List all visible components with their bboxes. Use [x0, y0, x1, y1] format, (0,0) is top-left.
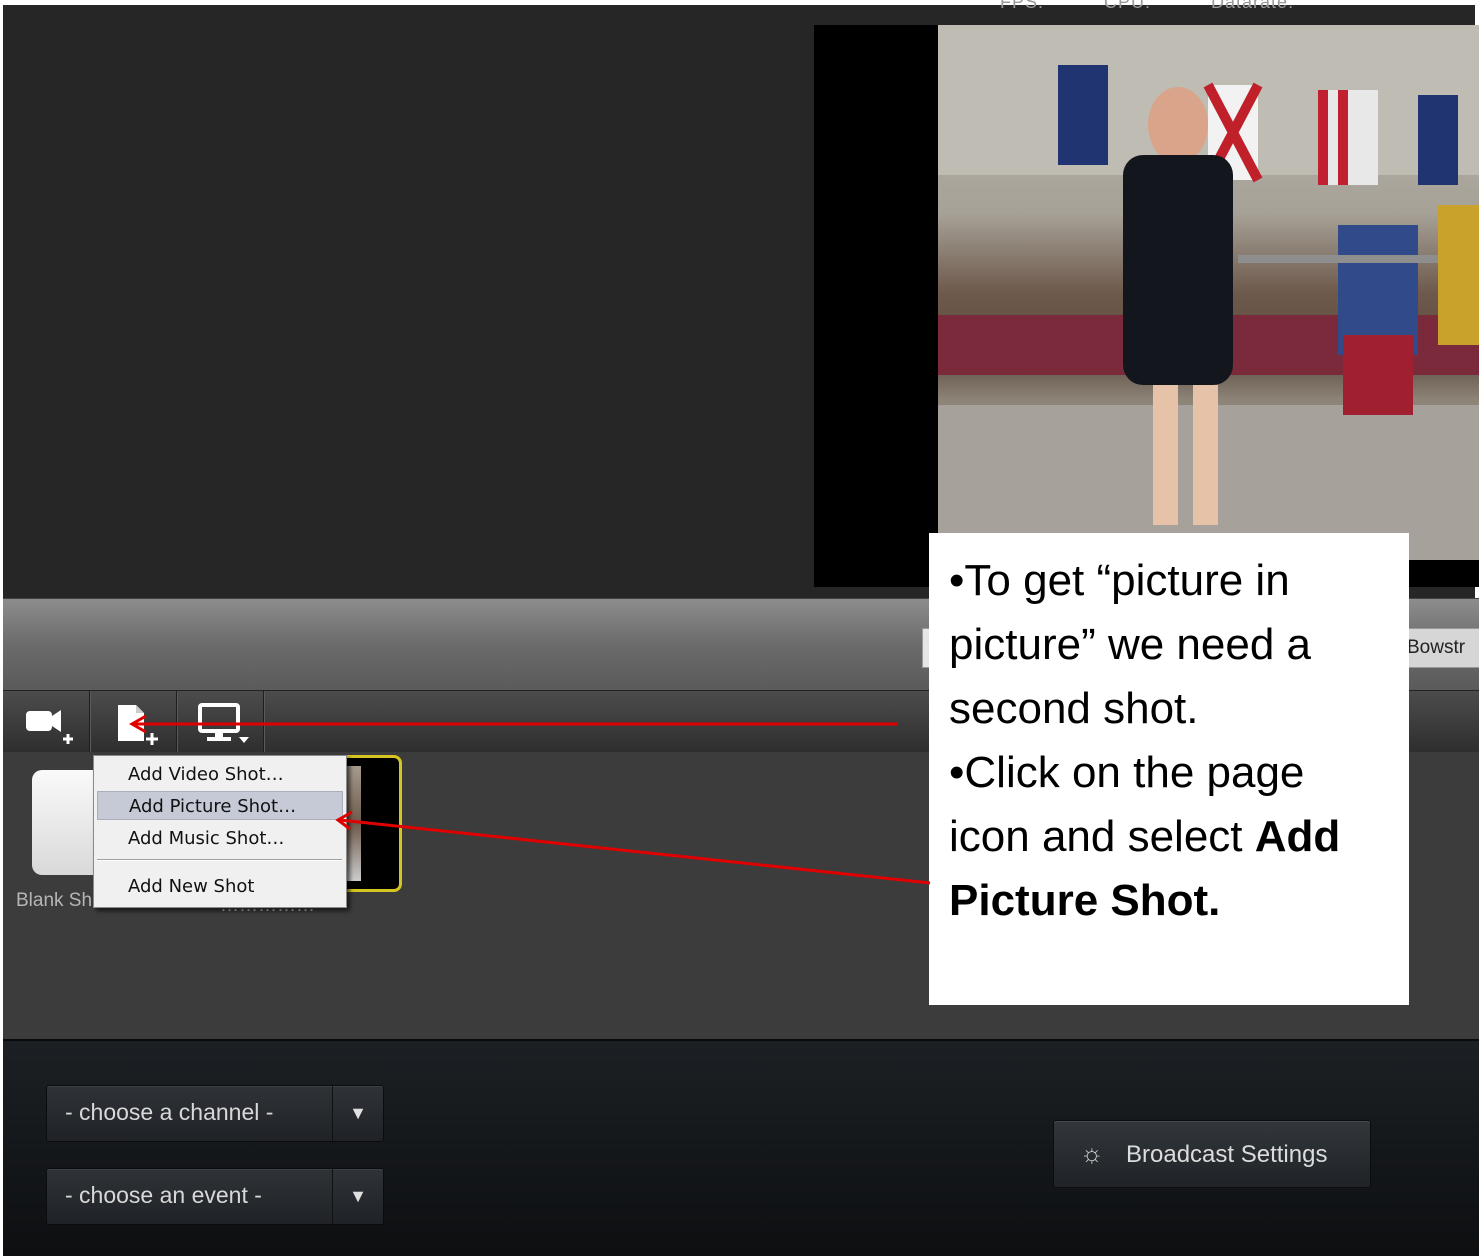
video-frame-image: [938, 25, 1479, 560]
menu-item-add-video-shot[interactable]: Add Video Shot…: [97, 760, 343, 789]
stats-readout: FPS: CPU: Datarate:: [1000, 0, 1295, 12]
menu-item-add-new-shot[interactable]: Add New Shot: [97, 872, 343, 901]
gear-icon: ☼: [1080, 1138, 1104, 1168]
menu-item-add-music-shot[interactable]: Add Music Shot…: [97, 824, 343, 853]
callout-line: icon and select Add: [949, 812, 1341, 861]
add-shot-context-menu: Add Video Shot… Add Picture Shot… Add Mu…: [93, 755, 347, 908]
preview-video-feed: [938, 25, 1479, 560]
menu-separator: [97, 859, 342, 861]
add-screen-shot-button[interactable]: [177, 691, 264, 753]
callout-line: •To get “picture in: [949, 556, 1290, 605]
event-select-value: - choose an event -: [65, 1182, 262, 1208]
video-camera-plus-icon: [26, 710, 73, 744]
add-page-shot-button[interactable]: [90, 691, 177, 753]
channel-select-value: - choose a channel -: [65, 1099, 274, 1125]
channel-tab[interactable]: Bowstr: [1398, 628, 1479, 668]
annotation-callout: •To get “picture in picture” we need a s…: [929, 533, 1409, 1005]
event-select[interactable]: - choose an event - ▼: [46, 1168, 384, 1225]
callout-line: Picture Shot.: [949, 876, 1221, 925]
menu-item-add-picture-shot[interactable]: Add Picture Shot…: [97, 791, 343, 820]
chevron-down-icon[interactable]: ▼: [332, 1086, 383, 1141]
chevron-down-icon[interactable]: ▼: [332, 1169, 383, 1224]
broadcast-settings-button[interactable]: ☼ Broadcast Settings: [1053, 1120, 1371, 1188]
channel-select[interactable]: - choose a channel - ▼: [46, 1085, 384, 1142]
monitor-dropdown-icon: [198, 703, 249, 743]
broadcast-settings-label: Broadcast Settings: [1126, 1141, 1328, 1168]
page-plus-icon: [118, 705, 158, 745]
add-video-shot-button[interactable]: [3, 691, 90, 753]
blank-shot-label: Blank Sh: [16, 890, 93, 911]
callout-line: picture” we need a: [949, 620, 1311, 669]
callout-line: •Click on the page: [949, 748, 1305, 797]
callout-line: second shot.: [949, 684, 1199, 733]
